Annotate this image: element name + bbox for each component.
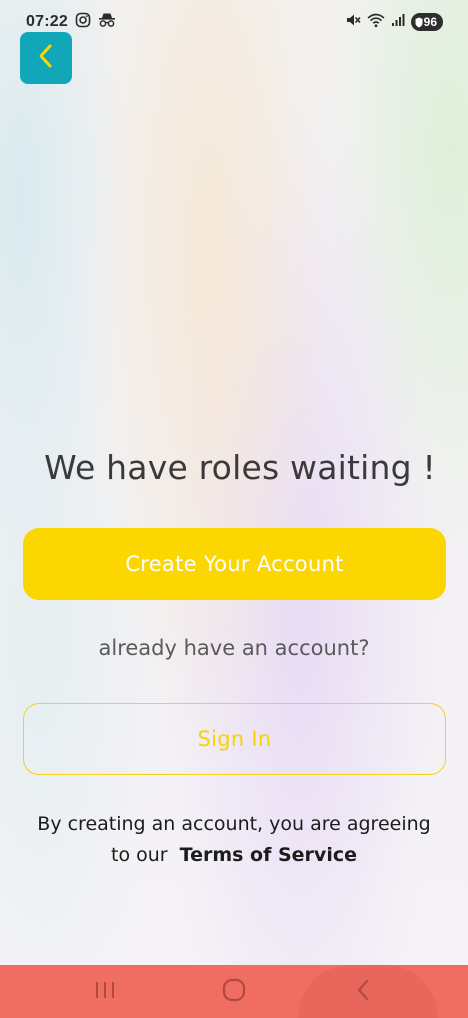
recent-apps-button[interactable] [85,965,125,1018]
instagram-icon [75,12,91,33]
create-account-button[interactable]: Create Your Account [23,528,446,600]
status-left: 07:22 [26,12,116,33]
status-right: 96 [345,12,443,33]
battery-icon: 96 [410,13,443,31]
home-icon [221,977,247,1007]
terms-of-service-link[interactable]: Terms of Service [180,844,357,866]
terms-line-2: to our Terms of Service [0,840,468,871]
incognito-icon [98,12,116,33]
recent-apps-icon [94,980,116,1004]
chevron-left-icon [36,43,56,73]
wifi-icon [367,12,385,33]
mute-icon [345,12,361,33]
already-have-account-text: already have an account? [98,636,370,660]
sign-in-label: Sign In [197,727,272,751]
system-back-button[interactable] [343,965,383,1018]
battery-level: 96 [423,15,437,29]
terms-to-our: to our [111,844,168,866]
sign-in-button[interactable]: Sign In [23,703,446,775]
page-title: We have roles waiting ! [44,448,436,487]
back-icon [354,978,372,1006]
create-account-label: Create Your Account [125,552,344,576]
back-button[interactable] [20,32,72,84]
system-nav-bar [0,965,468,1018]
status-time: 07:22 [26,13,68,30]
terms-text: By creating an account, you are agreeing… [0,809,468,871]
signal-icon [391,13,405,32]
home-button[interactable] [214,965,254,1018]
terms-line-1: By creating an account, you are agreeing [37,813,431,835]
